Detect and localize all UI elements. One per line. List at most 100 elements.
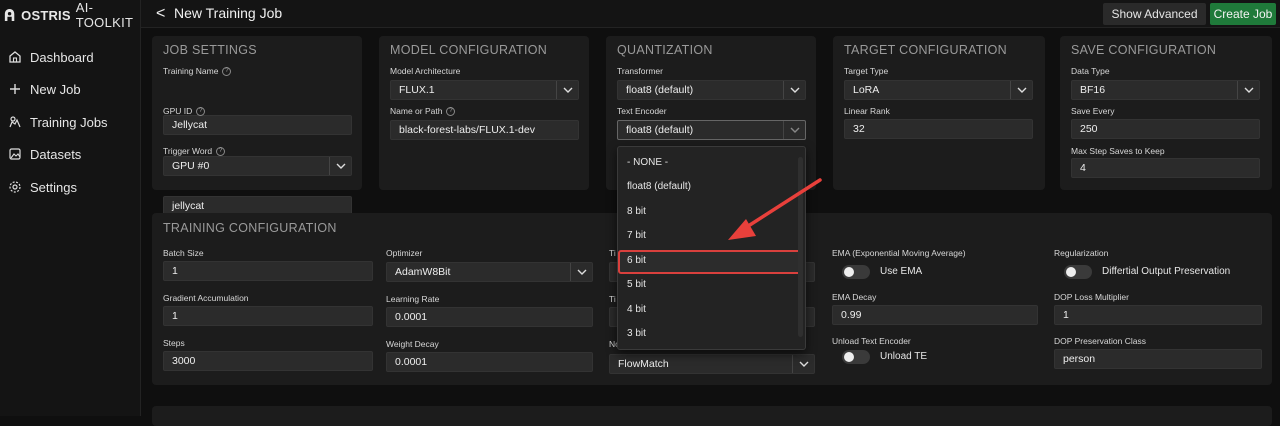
timestep-bias-label-partial: Ti (609, 294, 616, 304)
dropdown-option-3bit[interactable]: 3 bit (627, 328, 646, 339)
target-type-label: Target Type (844, 66, 889, 76)
use-ema-toggle[interactable] (842, 265, 870, 279)
dropdown-option-none[interactable]: - NONE - (627, 157, 668, 168)
model-architecture-value: FLUX.1 (399, 84, 435, 96)
dop-preservation-class-input[interactable]: person (1054, 349, 1262, 369)
brand-name: OSTRIS (21, 7, 71, 23)
name-or-path-label: Name or Path? (390, 106, 456, 116)
model-architecture-select[interactable]: FLUX.1 (390, 80, 579, 100)
show-advanced-button[interactable]: Show Advanced (1103, 3, 1206, 25)
dropdown-option-7bit[interactable]: 7 bit (627, 230, 646, 241)
dop-toggle[interactable] (1064, 265, 1092, 279)
steps-input[interactable]: 3000 (163, 351, 373, 371)
help-icon[interactable]: ? (222, 66, 232, 76)
chevron-down-icon (556, 81, 578, 99)
sidebar-item-label: New Job (30, 81, 81, 97)
brand[interactable]: OSTRIS AI-TOOLKIT (4, 0, 140, 30)
sidebar-item-label: Training Jobs (30, 114, 108, 130)
help-icon[interactable]: ? (196, 106, 206, 116)
dop-loss-multiplier-input[interactable]: 1 (1054, 305, 1262, 325)
home-icon (9, 51, 21, 63)
sidebar-item-label: Dashboard (30, 49, 94, 65)
sidebar-item-new-job[interactable]: New Job (8, 78, 81, 100)
text-encoder-select[interactable]: float8 (default) (617, 120, 806, 140)
trigger-word-label: Trigger Word? (163, 146, 226, 156)
sidebar-item-training-jobs[interactable]: Training Jobs (8, 111, 108, 133)
card-title: QUANTIZATION (617, 43, 713, 57)
batch-size-input[interactable]: 1 (163, 261, 373, 281)
gpu-select[interactable]: GPU #0 (163, 156, 352, 176)
next-section-card (152, 406, 1272, 426)
text-encoder-value: float8 (default) (626, 124, 694, 136)
sidebar-item-dashboard[interactable]: Dashboard (8, 46, 94, 68)
help-icon[interactable]: ? (216, 146, 226, 156)
job-settings-card: JOB SETTINGS Training Name? Jellycat GPU… (152, 36, 362, 216)
name-or-path-input[interactable]: black-forest-labs/FLUX.1-dev (390, 120, 579, 140)
sidebar-item-label: Datasets (30, 146, 82, 162)
gear-icon (9, 181, 21, 193)
training-name-input[interactable]: Jellycat (163, 115, 352, 135)
optimizer-label: Optimizer (386, 248, 423, 258)
save-every-input[interactable]: 250 (1071, 119, 1260, 139)
dropdown-option-5bit[interactable]: 5 bit (627, 279, 646, 290)
max-step-saves-input[interactable]: 4 (1071, 158, 1260, 178)
gpu-id-label: GPU ID? (163, 106, 206, 116)
chevron-down-icon (792, 355, 814, 373)
transformer-value: float8 (default) (626, 84, 694, 96)
dropdown-option-4bit[interactable]: 4 bit (627, 304, 646, 315)
back-icon[interactable]: < (156, 5, 165, 23)
top-bar: < New Training Job Show Advanced Create … (141, 0, 1280, 28)
ema-label: EMA (Exponential Moving Average) (832, 248, 966, 258)
text-encoder-label: Text Encoder (617, 106, 667, 116)
noise-scheduler-select[interactable]: FlowMatch (609, 354, 815, 374)
gradient-accumulation-input[interactable]: 1 (163, 306, 373, 326)
dropdown-scrollbar[interactable] (798, 157, 803, 337)
optimizer-select[interactable]: AdamW8Bit (386, 262, 593, 282)
timestep-label-partial: Ti (609, 248, 616, 258)
help-icon[interactable]: ? (446, 106, 456, 116)
toggle-knob (844, 267, 854, 277)
plus-icon (10, 84, 20, 94)
brand-sub: AI-TOOLKIT (75, 0, 134, 30)
learning-rate-label: Learning Rate (386, 294, 440, 304)
chevron-down-icon (1237, 81, 1259, 99)
dropdown-option-6bit[interactable]: 6 bit (627, 255, 646, 266)
text-encoder-dropdown: - NONE - float8 (default) 8 bit 7 bit 6 … (617, 146, 806, 350)
dop-preservation-class-label: DOP Preservation Class (1054, 336, 1146, 346)
save-every-label: Save Every (1071, 106, 1115, 116)
unload-text-encoder-label: Unload Text Encoder (832, 336, 911, 346)
toggle-knob (1066, 267, 1076, 277)
learning-rate-input[interactable]: 0.0001 (386, 307, 593, 327)
chevron-down-icon (329, 157, 351, 175)
sidebar-item-datasets[interactable]: Datasets (8, 143, 81, 165)
card-title: TRAINING CONFIGURATION (163, 221, 337, 235)
sidebar-item-settings[interactable]: Settings (8, 176, 77, 198)
sidebar: OSTRIS AI-TOOLKIT Dashboard New Job Trai… (0, 0, 141, 416)
optimizer-value: AdamW8Bit (395, 266, 451, 278)
training-name-label: Training Name? (163, 66, 232, 76)
model-configuration-card: MODEL CONFIGURATION Model Architecture F… (379, 36, 589, 190)
create-job-button[interactable]: Create Job (1210, 3, 1276, 25)
regularization-label: Regularization (1054, 248, 1109, 258)
chevron-down-icon (783, 81, 805, 99)
dropdown-option-8bit[interactable]: 8 bit (627, 206, 646, 217)
ostris-logo-icon (4, 9, 15, 21)
dropdown-option-float8[interactable]: float8 (default) (627, 181, 691, 192)
data-type-select[interactable]: BF16 (1071, 80, 1260, 100)
chevron-down-icon (570, 263, 592, 281)
data-type-label: Data Type (1071, 66, 1110, 76)
ema-decay-input[interactable]: 0.99 (832, 305, 1038, 325)
weight-decay-input[interactable]: 0.0001 (386, 352, 593, 372)
linear-rank-input[interactable]: 32 (844, 119, 1033, 139)
weight-decay-label: Weight Decay (386, 339, 439, 349)
transformer-label: Transformer (617, 66, 663, 76)
use-ema-label: Use EMA (880, 266, 923, 277)
unload-te-toggle[interactable] (842, 350, 870, 364)
target-type-value: LoRA (853, 84, 880, 96)
transformer-select[interactable]: float8 (default) (617, 80, 806, 100)
batch-size-label: Batch Size (163, 248, 204, 258)
target-type-select[interactable]: LoRA (844, 80, 1033, 100)
dop-loss-multiplier-label: DOP Loss Multiplier (1054, 292, 1129, 302)
unload-te-label: Unload TE (880, 351, 928, 362)
save-configuration-card: SAVE CONFIGURATION Data Type BF16 Save E… (1060, 36, 1272, 190)
